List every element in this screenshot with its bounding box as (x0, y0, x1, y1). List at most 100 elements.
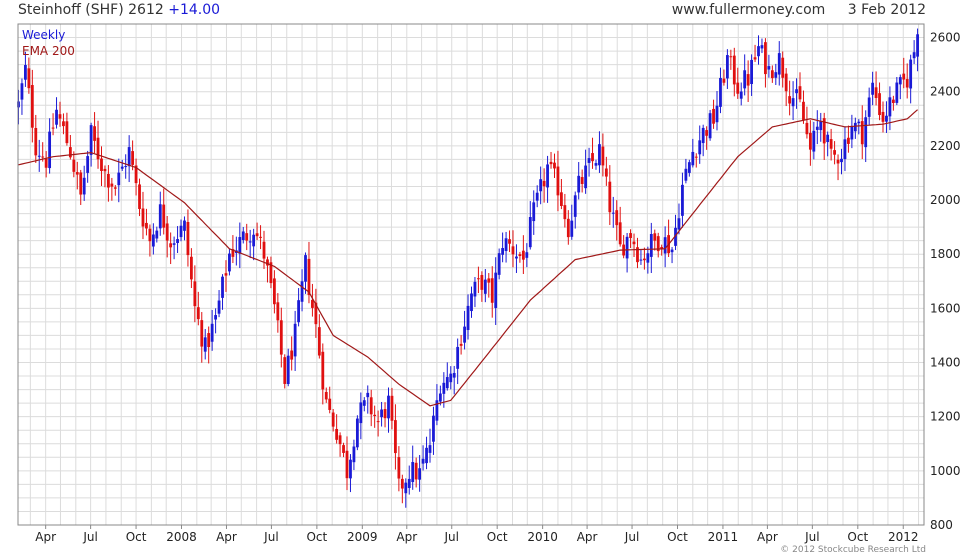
x-tick-label: Apr (757, 530, 778, 544)
y-tick-label: 1600 (930, 301, 961, 315)
candle-up (598, 144, 601, 166)
candle-down (490, 278, 494, 303)
candle-up (470, 293, 473, 312)
candle-up (895, 82, 899, 103)
candle-down (34, 128, 38, 156)
candle-down (891, 99, 895, 104)
candle-up (867, 97, 871, 117)
candle-down (414, 462, 418, 480)
candle-up (349, 459, 352, 479)
x-tick-label: 2012 (888, 530, 919, 544)
candle-up (304, 255, 307, 282)
x-tick-label: Oct (306, 530, 327, 544)
candle-up (214, 315, 218, 320)
candle-up (677, 218, 681, 230)
x-axis: Apr Jul Oct 2008 Apr Jul Oct 2009 Apr Jul Oct 2010 A… (35, 525, 919, 544)
candle-up (681, 184, 684, 216)
candle-up (515, 256, 518, 259)
candle-up (380, 409, 383, 418)
candle-down (113, 187, 117, 189)
candle-down (518, 254, 522, 257)
candle-up (352, 446, 356, 463)
candle-up (528, 216, 532, 248)
candle-up (857, 121, 861, 124)
candle-up (418, 468, 422, 480)
candle-down (321, 351, 325, 390)
candle-up (670, 249, 674, 253)
candle-down (383, 409, 387, 419)
candle-up (743, 70, 747, 89)
candle-down (784, 73, 788, 92)
candle-up (432, 415, 435, 442)
candle-up (445, 377, 449, 389)
candle-up (463, 326, 466, 343)
candle-up (843, 139, 847, 160)
candle-down (390, 395, 394, 421)
candle-up (684, 168, 688, 181)
candle-down (110, 183, 114, 187)
candle-down (58, 114, 62, 119)
candle-up (611, 212, 615, 214)
candle-up (428, 445, 432, 453)
candle-up (359, 402, 363, 424)
candle-down (542, 180, 546, 187)
candle-down (829, 139, 833, 149)
y-tick-label: 2000 (930, 193, 961, 207)
candle-up (425, 447, 428, 464)
candle-up (238, 237, 242, 254)
candle-up (183, 220, 186, 231)
candle-up (203, 337, 207, 352)
candle-up (120, 166, 124, 169)
x-tick-label: Oct (667, 530, 688, 544)
candle-up (795, 89, 798, 94)
candle-up (691, 151, 695, 166)
candle-up (573, 195, 577, 217)
candle-down (847, 137, 850, 144)
candle-up (739, 91, 743, 99)
candle-down (736, 82, 740, 94)
candle-up (355, 418, 359, 448)
candle-down (729, 56, 733, 58)
candle-up (404, 482, 408, 494)
candle-up (86, 156, 90, 173)
candle-down (618, 222, 622, 245)
candle-up (82, 177, 86, 195)
candle-down (764, 42, 767, 75)
candle-up (850, 126, 854, 140)
x-tick-label: Oct (126, 530, 147, 544)
candle-up (826, 134, 830, 143)
candle-up (812, 130, 816, 152)
candle-up (497, 253, 501, 275)
candle-down (324, 391, 328, 400)
candle-down (591, 153, 594, 162)
x-tick-label: Oct (487, 530, 508, 544)
candle-up (750, 59, 753, 85)
candle-up (387, 395, 390, 419)
candle-up (252, 234, 256, 247)
candle-down (62, 121, 65, 127)
candle-up (594, 163, 598, 166)
candle-up (221, 276, 224, 298)
candle-down (186, 221, 190, 256)
candle-down (694, 156, 698, 158)
candle-up (687, 162, 691, 173)
x-tick-label: 2010 (527, 530, 558, 544)
candle-down (798, 86, 802, 100)
candle-down (30, 85, 34, 128)
candle-up (248, 241, 252, 243)
candle-down (148, 228, 152, 242)
candle-down (290, 350, 294, 360)
candle-down (400, 478, 404, 489)
candle-down (905, 79, 909, 88)
candle-down (169, 243, 173, 248)
candle-down (96, 137, 100, 160)
candle-up (912, 52, 916, 59)
candle-up (89, 125, 93, 155)
legend-ema-200: EMA 200 (22, 44, 75, 58)
chart-grid (18, 24, 924, 525)
candle-down (262, 241, 266, 259)
candle-up (466, 305, 470, 331)
candle-up (871, 82, 875, 95)
candle-up (916, 34, 919, 57)
candle-down (394, 420, 397, 454)
